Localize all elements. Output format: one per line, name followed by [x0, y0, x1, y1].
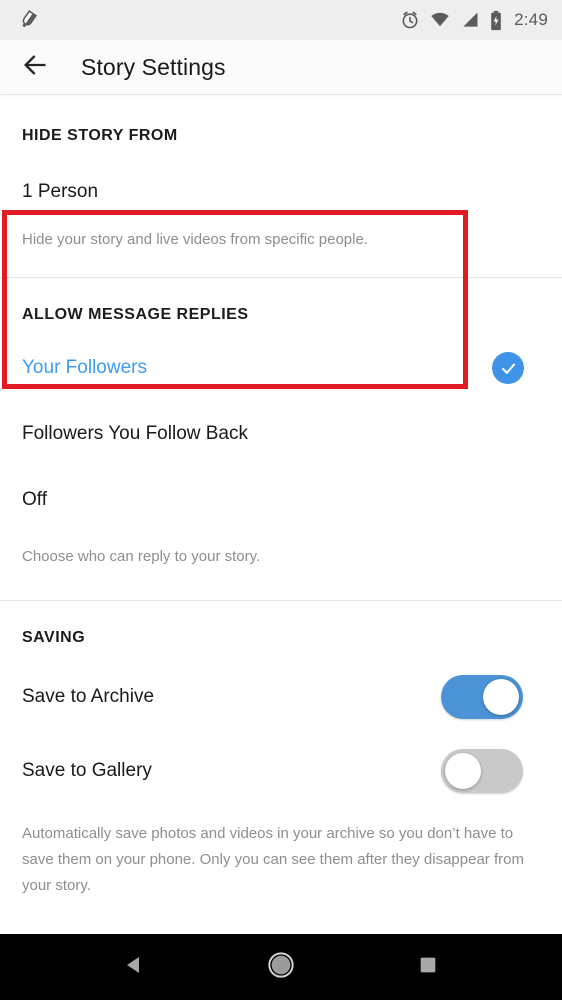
save-to-gallery-toggle[interactable]	[441, 749, 523, 793]
status-bar: 2:49	[0, 0, 562, 40]
app-bar: Story Settings	[0, 40, 562, 95]
battery-charging-icon	[489, 10, 503, 31]
reply-option-followers-you-follow-back[interactable]: Followers You Follow Back	[22, 412, 540, 456]
alarm-clock-icon	[400, 10, 420, 30]
reply-option-label: Followers You Follow Back	[22, 423, 248, 444]
allow-message-replies-section: ALLOW MESSAGE REPLIES Your Followers Fol…	[0, 278, 562, 600]
reply-option-label: Off	[22, 489, 47, 510]
reply-option-label: Your Followers	[22, 357, 147, 378]
allow-message-replies-description: Choose who can reply to your story.	[22, 548, 261, 565]
android-navigation-bar	[0, 934, 562, 1000]
saving-header: SAVING	[22, 629, 86, 646]
wifi-icon	[429, 10, 451, 30]
hide-story-from-description: Hide your story and live videos from spe…	[22, 231, 368, 248]
save-to-archive-label: Save to Archive	[22, 686, 155, 707]
check-circle-icon	[492, 352, 524, 384]
back-arrow-icon	[21, 51, 49, 84]
hide-story-from-value[interactable]: 1 Person	[22, 181, 540, 203]
back-button[interactable]	[18, 50, 52, 84]
hide-story-from-header: HIDE STORY FROM	[22, 127, 178, 144]
screenshot-capture-icon	[16, 8, 40, 32]
toggle-knob	[445, 753, 481, 789]
circle-home-icon	[267, 951, 295, 984]
reply-option-your-followers[interactable]: Your Followers	[22, 346, 540, 390]
status-bar-clock: 2:49	[514, 10, 548, 29]
toggle-knob	[483, 679, 519, 715]
save-to-archive-row[interactable]: Save to Archive	[22, 673, 540, 721]
cellular-signal-icon	[460, 10, 480, 30]
reply-option-off[interactable]: Off	[22, 478, 540, 522]
save-to-gallery-row[interactable]: Save to Gallery	[22, 747, 540, 795]
status-bar-right: 2:49	[400, 10, 548, 31]
page-title: Story Settings	[81, 53, 226, 80]
saving-section: SAVING Save to Archive Save to Gallery A…	[0, 601, 562, 909]
nav-home-button[interactable]	[252, 943, 310, 991]
nav-recents-button[interactable]	[399, 943, 457, 991]
saving-description: Automatically save photos and videos in …	[22, 825, 524, 894]
save-to-gallery-label: Save to Gallery	[22, 760, 152, 781]
square-recents-icon	[417, 954, 439, 981]
hide-story-from-section[interactable]: HIDE STORY FROM 1 Person Hide your story…	[0, 95, 562, 277]
status-bar-left	[16, 8, 40, 32]
settings-content: HIDE STORY FROM 1 Person Hide your story…	[0, 95, 562, 909]
save-to-archive-toggle[interactable]	[441, 675, 523, 719]
nav-back-button[interactable]	[105, 943, 163, 991]
allow-message-replies-header: ALLOW MESSAGE REPLIES	[22, 306, 249, 323]
triangle-back-icon	[122, 953, 146, 982]
